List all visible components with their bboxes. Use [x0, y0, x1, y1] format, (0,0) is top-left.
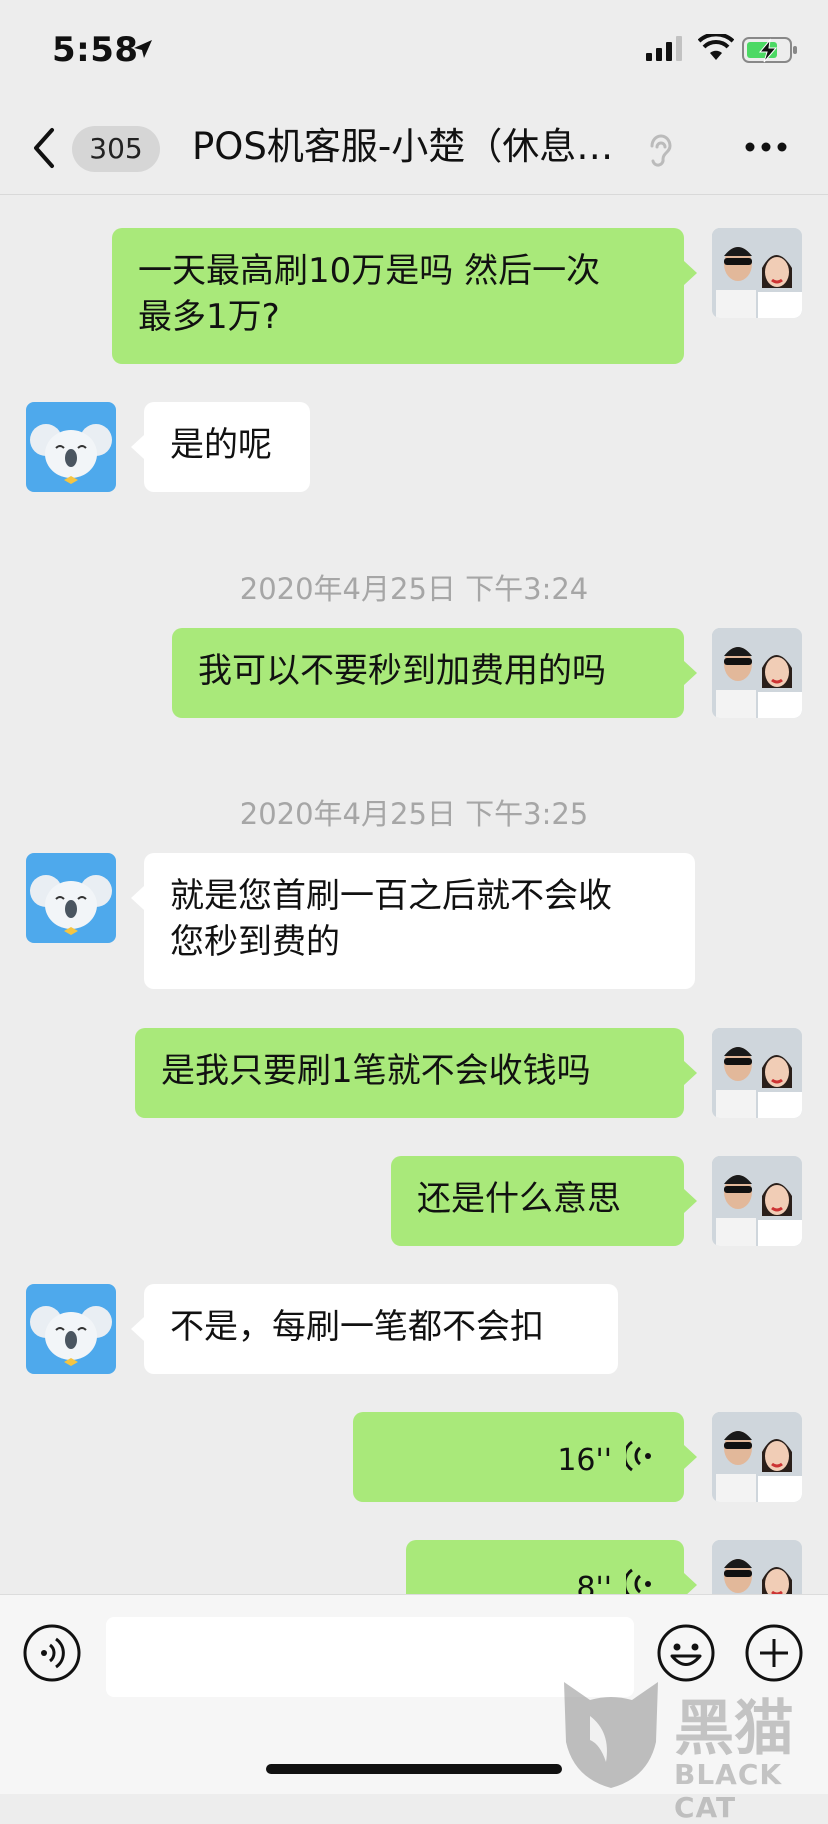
wifi-icon — [698, 34, 734, 60]
message-text-line: 不是，每刷一笔都不会扣 — [170, 1307, 544, 1347]
bubble-tail — [131, 1317, 144, 1341]
message-input[interactable] — [106, 1617, 634, 1697]
user-avatar[interactable] — [712, 1412, 802, 1502]
watermark-en: BLACK CAT — [674, 1758, 783, 1824]
bubble-tail — [131, 435, 144, 459]
koala-avatar-icon — [30, 875, 112, 935]
bubble-tail — [684, 1189, 697, 1213]
message-text-line: 我可以不要秒到加费用的吗 — [198, 651, 606, 691]
voice-input-icon[interactable] — [22, 1623, 82, 1683]
user-photo-icon — [712, 1412, 802, 1502]
user-avatar[interactable] — [712, 1028, 802, 1118]
battery-charging-icon — [742, 37, 797, 63]
home-indicator — [266, 1764, 562, 1774]
bot-avatar[interactable] — [26, 1284, 116, 1374]
user-photo-icon — [712, 1028, 802, 1118]
chat-title: POS机客服-小楚（休息… — [192, 125, 614, 168]
message-text-line: 是的呢 — [170, 425, 272, 465]
message-text-line: 您秒到费的 — [170, 922, 340, 962]
watermark: 黑猫 BLACK CAT — [556, 1672, 828, 1824]
koala-avatar-icon — [30, 1306, 112, 1366]
bot-avatar[interactable] — [26, 402, 116, 492]
unread-count-badge[interactable]: 305 — [72, 126, 160, 172]
message-text-line: 就是您首刷一百之后就不会收 — [170, 876, 612, 916]
bubble-tail — [684, 1061, 697, 1085]
bubble-tail — [131, 886, 144, 910]
timestamp: 2020年4月25日 下午3:24 — [239, 572, 589, 606]
chevron-left-icon[interactable] — [30, 126, 60, 170]
message-bubble[interactable]: 是我只要刷1笔就不会收钱吗 — [135, 1028, 684, 1118]
message-text-line: 一天最高刷10万是吗 然后一次 — [138, 251, 601, 291]
user-photo-icon — [712, 1156, 802, 1246]
location-arrow-icon — [134, 40, 152, 58]
voice-wave-icon — [626, 1440, 651, 1472]
user-avatar[interactable] — [712, 628, 802, 718]
user-photo-icon — [712, 628, 802, 718]
more-dots-icon[interactable] — [744, 140, 788, 154]
message-bubble[interactable]: 就是您首刷一百之后就不会收 您秒到费的 — [144, 853, 695, 989]
message-bubble[interactable]: 我可以不要秒到加费用的吗 — [172, 628, 684, 718]
bubble-tail — [684, 261, 697, 285]
user-avatar[interactable] — [712, 1156, 802, 1246]
message-bubble[interactable]: 不是，每刷一笔都不会扣 — [144, 1284, 618, 1374]
status-bar: 5:58 — [0, 0, 828, 100]
message-text-line: 还是什么意思 — [417, 1179, 621, 1219]
status-time: 5:58 — [52, 30, 139, 70]
message-bubble[interactable]: 还是什么意思 — [391, 1156, 684, 1246]
watermark-cn: 黑猫 — [674, 1694, 794, 1764]
timestamp: 2020年4月25日 下午3:25 — [239, 797, 589, 831]
message-text-line: 是我只要刷1笔就不会收钱吗 — [161, 1051, 591, 1091]
voice-message-bubble[interactable]: 16'' — [353, 1412, 684, 1502]
koala-avatar-icon — [30, 424, 112, 484]
message-bubble[interactable]: 一天最高刷10万是吗 然后一次 最多1万? — [112, 228, 684, 364]
user-avatar[interactable] — [712, 228, 802, 318]
cat-head-logo — [564, 1682, 658, 1788]
bot-avatar[interactable] — [26, 853, 116, 943]
user-photo-icon — [712, 228, 802, 318]
message-text-line: 最多1万? — [138, 297, 280, 337]
bubble-tail — [684, 1445, 697, 1469]
ear-icon — [650, 134, 672, 167]
chat-header: 305 POS机客服-小楚（休息… — [0, 100, 828, 195]
message-bubble[interactable]: 是的呢 — [144, 402, 310, 492]
voice-duration: 16'' — [557, 1443, 612, 1478]
bubble-tail — [684, 661, 697, 685]
cellular-signal-icon — [646, 36, 682, 61]
